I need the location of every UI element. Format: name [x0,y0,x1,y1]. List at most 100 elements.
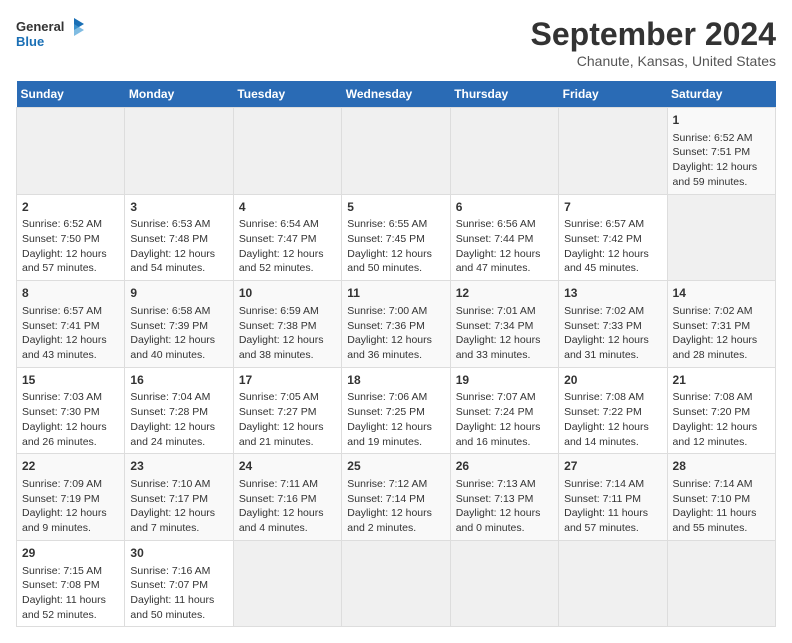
calendar-cell: 18Sunrise: 7:06 AM Sunset: 7:25 PM Dayli… [342,367,450,454]
calendar-cell [667,540,775,627]
day-info: Sunrise: 7:14 AM Sunset: 7:10 PM Dayligh… [673,477,770,536]
day-info: Sunrise: 7:04 AM Sunset: 7:28 PM Dayligh… [130,390,227,449]
day-info: Sunrise: 7:10 AM Sunset: 7:17 PM Dayligh… [130,477,227,536]
day-info: Sunrise: 7:00 AM Sunset: 7:36 PM Dayligh… [347,304,444,363]
day-number: 3 [130,199,227,216]
calendar-cell [450,108,558,195]
day-number: 14 [673,285,770,302]
header-cell-wednesday: Wednesday [342,81,450,108]
day-number: 9 [130,285,227,302]
calendar-week-5: 22 Sunrise: 7:09 AM Sunset: 7:19 PM Dayli… [17,454,776,541]
day-info: Sunrise: 7:02 AM Sunset: 7:33 PM Dayligh… [564,304,661,363]
calendar-week-1: 1 Sunrise: 6:52 AM Sunset: 7:51 PM Daylig… [17,108,776,195]
day-number: 19 [456,372,553,389]
calendar-cell: 1 Sunrise: 6:52 AM Sunset: 7:51 PM Daylig… [667,108,775,195]
calendar-cell: 30 Sunrise: 7:16 AM Sunset: 7:07 PM Dayli… [125,540,233,627]
calendar-table: SundayMondayTuesdayWednesdayThursdayFrid… [16,81,776,627]
calendar-cell: 2Sunrise: 6:52 AM Sunset: 7:50 PM Daylig… [17,194,125,281]
day-number: 13 [564,285,661,302]
day-info: Sunrise: 6:57 AM Sunset: 7:42 PM Dayligh… [564,217,661,276]
calendar-cell [125,108,233,195]
calendar-cell: 6Sunrise: 6:56 AM Sunset: 7:44 PM Daylig… [450,194,558,281]
day-number: 8 [22,285,119,302]
day-number: 11 [347,285,444,302]
day-number: 21 [673,372,770,389]
day-info: Sunrise: 6:52 AM Sunset: 7:51 PM Dayligh… [673,131,770,190]
calendar-cell: 7Sunrise: 6:57 AM Sunset: 7:42 PM Daylig… [559,194,667,281]
day-info: Sunrise: 7:14 AM Sunset: 7:11 PM Dayligh… [564,477,661,536]
page-header: General Blue September 2024 Chanute, Kan… [16,16,776,69]
header-cell-sunday: Sunday [17,81,125,108]
day-number: 27 [564,458,661,475]
calendar-week-3: 8 Sunrise: 6:57 AM Sunset: 7:41 PM Daylig… [17,281,776,368]
day-number: 5 [347,199,444,216]
calendar-cell: 14 Sunrise: 7:02 AM Sunset: 7:31 PM Dayli… [667,281,775,368]
logo: General Blue [16,16,86,52]
day-number: 30 [130,545,227,562]
calendar-week-4: 15Sunrise: 7:03 AM Sunset: 7:30 PM Dayli… [17,367,776,454]
day-info: Sunrise: 7:15 AM Sunset: 7:08 PM Dayligh… [22,564,119,623]
calendar-cell: 10 Sunrise: 6:59 AM Sunset: 7:38 PM Dayli… [233,281,341,368]
calendar-cell [342,108,450,195]
page-subtitle: Chanute, Kansas, United States [531,53,776,69]
calendar-cell: 26Sunrise: 7:13 AM Sunset: 7:13 PM Dayli… [450,454,558,541]
calendar-cell: 24Sunrise: 7:11 AM Sunset: 7:16 PM Dayli… [233,454,341,541]
day-info: Sunrise: 7:09 AM Sunset: 7:19 PM Dayligh… [22,477,119,536]
calendar-cell [233,108,341,195]
calendar-cell: 8 Sunrise: 6:57 AM Sunset: 7:41 PM Daylig… [17,281,125,368]
day-info: Sunrise: 7:16 AM Sunset: 7:07 PM Dayligh… [130,564,227,623]
header-cell-thursday: Thursday [450,81,558,108]
day-info: Sunrise: 7:12 AM Sunset: 7:14 PM Dayligh… [347,477,444,536]
title-block: September 2024 Chanute, Kansas, United S… [531,16,776,69]
day-info: Sunrise: 7:13 AM Sunset: 7:13 PM Dayligh… [456,477,553,536]
calendar-cell [450,540,558,627]
calendar-cell: 28 Sunrise: 7:14 AM Sunset: 7:10 PM Dayli… [667,454,775,541]
day-info: Sunrise: 6:54 AM Sunset: 7:47 PM Dayligh… [239,217,336,276]
day-info: Sunrise: 6:57 AM Sunset: 7:41 PM Dayligh… [22,304,119,363]
day-number: 2 [22,199,119,216]
day-number: 24 [239,458,336,475]
calendar-cell: 22 Sunrise: 7:09 AM Sunset: 7:19 PM Dayli… [17,454,125,541]
calendar-cell: 12 Sunrise: 7:01 AM Sunset: 7:34 PM Dayli… [450,281,558,368]
day-info: Sunrise: 7:08 AM Sunset: 7:22 PM Dayligh… [564,390,661,449]
header-cell-saturday: Saturday [667,81,775,108]
day-info: Sunrise: 6:59 AM Sunset: 7:38 PM Dayligh… [239,304,336,363]
header-row: SundayMondayTuesdayWednesdayThursdayFrid… [17,81,776,108]
day-info: Sunrise: 7:01 AM Sunset: 7:34 PM Dayligh… [456,304,553,363]
header-cell-friday: Friday [559,81,667,108]
day-number: 22 [22,458,119,475]
day-number: 29 [22,545,119,562]
day-number: 4 [239,199,336,216]
day-number: 16 [130,372,227,389]
calendar-cell: 3Sunrise: 6:53 AM Sunset: 7:48 PM Daylig… [125,194,233,281]
day-number: 18 [347,372,444,389]
day-number: 1 [673,112,770,129]
day-info: Sunrise: 7:02 AM Sunset: 7:31 PM Dayligh… [673,304,770,363]
header-cell-tuesday: Tuesday [233,81,341,108]
calendar-cell: 25Sunrise: 7:12 AM Sunset: 7:14 PM Dayli… [342,454,450,541]
day-number: 15 [22,372,119,389]
day-number: 28 [673,458,770,475]
day-number: 12 [456,285,553,302]
day-info: Sunrise: 7:08 AM Sunset: 7:20 PM Dayligh… [673,390,770,449]
day-info: Sunrise: 7:06 AM Sunset: 7:25 PM Dayligh… [347,390,444,449]
calendar-cell: 15Sunrise: 7:03 AM Sunset: 7:30 PM Dayli… [17,367,125,454]
calendar-week-6: 29 Sunrise: 7:15 AM Sunset: 7:08 PM Dayli… [17,540,776,627]
page-title: September 2024 [531,16,776,53]
calendar-cell [559,108,667,195]
calendar-cell: 21Sunrise: 7:08 AM Sunset: 7:20 PM Dayli… [667,367,775,454]
day-number: 10 [239,285,336,302]
calendar-cell [559,540,667,627]
logo-svg: General Blue [16,16,86,52]
calendar-cell [342,540,450,627]
day-info: Sunrise: 6:58 AM Sunset: 7:39 PM Dayligh… [130,304,227,363]
day-number: 20 [564,372,661,389]
calendar-cell [17,108,125,195]
calendar-cell: 20Sunrise: 7:08 AM Sunset: 7:22 PM Dayli… [559,367,667,454]
calendar-week-2: 2Sunrise: 6:52 AM Sunset: 7:50 PM Daylig… [17,194,776,281]
calendar-cell [667,194,775,281]
day-info: Sunrise: 7:03 AM Sunset: 7:30 PM Dayligh… [22,390,119,449]
calendar-cell: 4Sunrise: 6:54 AM Sunset: 7:47 PM Daylig… [233,194,341,281]
svg-text:Blue: Blue [16,34,44,49]
day-info: Sunrise: 6:53 AM Sunset: 7:48 PM Dayligh… [130,217,227,276]
